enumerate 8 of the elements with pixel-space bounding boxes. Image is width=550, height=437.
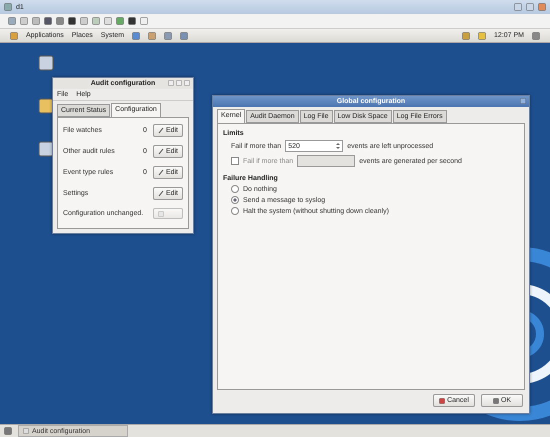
radio-button[interactable] bbox=[231, 196, 239, 204]
spinner-arrows-icon[interactable] bbox=[336, 142, 340, 150]
radio-button[interactable] bbox=[231, 185, 239, 193]
radio-button[interactable] bbox=[231, 207, 239, 215]
pencil-icon bbox=[158, 169, 164, 176]
pencil-icon bbox=[158, 127, 164, 134]
pencil-icon bbox=[158, 148, 164, 155]
pencil-icon bbox=[158, 190, 164, 197]
